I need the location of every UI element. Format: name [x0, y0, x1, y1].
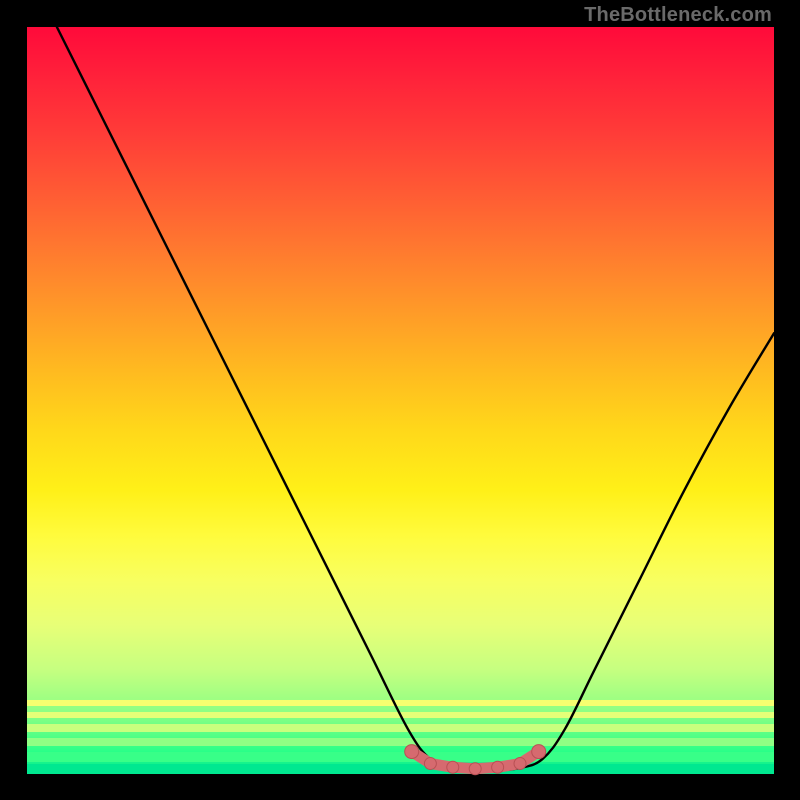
bottleneck-curve-svg [27, 27, 774, 774]
flat-region-marker [469, 763, 481, 775]
source-label: TheBottleneck.com [584, 4, 772, 27]
flat-region-marker [447, 761, 459, 773]
flat-region-marker [405, 745, 419, 759]
chart-stage: TheBottleneck.com [0, 0, 800, 800]
bottleneck-curve [57, 27, 774, 771]
flat-region-marker [514, 758, 526, 770]
flat-region-markers [405, 745, 546, 775]
flat-region-marker [424, 758, 436, 770]
flat-region-marker [532, 745, 546, 759]
flat-region-marker [492, 761, 504, 773]
